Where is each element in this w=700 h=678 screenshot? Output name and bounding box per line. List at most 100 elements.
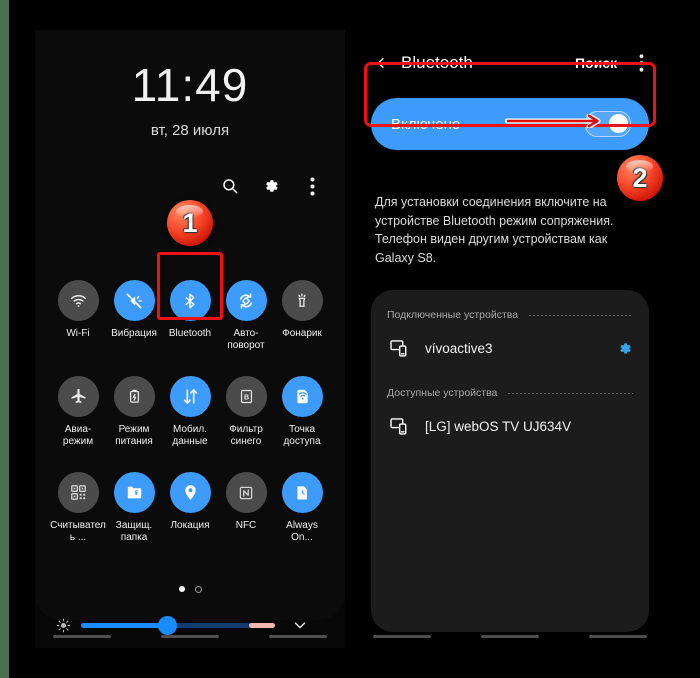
list-item[interactable]: vívoactive3 — [371, 328, 649, 368]
gear-icon[interactable] — [260, 175, 282, 197]
device-icon — [387, 337, 411, 359]
quick-tile-airplane[interactable]: Авиа-режим — [53, 376, 103, 448]
step-badge-2: 2 — [617, 155, 663, 201]
quick-tile-label: Фонарик — [282, 328, 322, 339]
nav-back[interactable] — [269, 635, 327, 638]
quick-tile-label: Считыватель ... — [50, 520, 106, 543]
quick-tiles-row: Wi-Fi Вибрация Bluetooth Авто-поворот Фо… — [35, 280, 345, 352]
nfc-icon — [225, 472, 267, 513]
device-icon — [387, 415, 411, 437]
page-dot-active[interactable] — [178, 586, 185, 592]
settings-header: Bluetooth Поиск — [355, 46, 665, 80]
brightness-slider[interactable] — [81, 615, 275, 635]
quick-tile-flashlight[interactable]: Фонарик — [277, 280, 327, 352]
nav-bar-right — [355, 635, 665, 638]
quick-tile-label: Локация — [170, 520, 210, 531]
quick-tiles-row: Считыватель ... Защищ. папка Локация NFC… — [35, 472, 345, 544]
quick-tile-power-mode[interactable]: Режим питания — [109, 376, 159, 448]
quick-tile-label: Фильтр синего — [229, 424, 263, 447]
quick-panel-surface: 11:49 вт, 28 июля Wi-Fi Вибрация Bluetoo… — [35, 30, 345, 635]
brightness-marker — [249, 622, 275, 628]
quick-tile-label: Режим питания — [115, 424, 153, 447]
quick-tile-label: Bluetooth — [168, 328, 212, 339]
quick-tile-label: NFC — [235, 520, 257, 531]
list-item[interactable]: [LG] webOS TV UJ634V — [371, 406, 649, 446]
location-icon — [169, 472, 211, 513]
device-name: [LG] webOS TV UJ634V — [425, 418, 572, 434]
clock-time: 11:49 — [131, 59, 249, 111]
brightness-icon — [54, 616, 72, 634]
quick-tile-qr-scanner[interactable]: Считыватель ... — [50, 472, 106, 544]
bluetooth-toggle-label: Включено — [391, 115, 461, 133]
quick-tile-blue-filter[interactable]: B Фильтр синего — [221, 376, 271, 448]
quick-tile-label: Авиа-режим — [62, 424, 94, 447]
page-dot[interactable] — [194, 586, 202, 593]
airplane-icon — [57, 376, 99, 417]
bluetooth-icon — [169, 280, 211, 321]
nav-home[interactable] — [161, 635, 219, 638]
power-mode-icon — [113, 376, 155, 417]
quick-tile-nfc[interactable]: NFC — [221, 472, 271, 544]
quick-tile-wifi[interactable]: Wi-Fi — [53, 280, 103, 352]
chevron-down-icon[interactable] — [291, 616, 309, 634]
screenshot-canvas: 11:49 вт, 28 июля Wi-Fi Вибрация Bluetoo… — [0, 0, 700, 678]
wifi-icon — [57, 280, 99, 321]
always-on-display-icon — [281, 472, 323, 513]
section-title: Доступные устройства — [387, 387, 498, 399]
section-title: Подключенные устройства — [387, 309, 519, 321]
hotspot-icon — [281, 376, 323, 417]
section-divider — [528, 314, 633, 316]
secure-folder-icon — [113, 472, 155, 513]
quick-tile-label: Точка доступа — [283, 424, 321, 447]
bluetooth-description: Для установки соединения включите на уст… — [375, 195, 614, 265]
search-icon[interactable] — [219, 175, 241, 197]
section-divider — [507, 392, 633, 394]
nav-back[interactable] — [589, 635, 647, 638]
red-arrow-annotation — [505, 114, 601, 128]
quick-tile-vibration[interactable]: Вибрация — [109, 280, 159, 352]
vibration-icon — [113, 280, 155, 321]
mobile-data-icon — [169, 376, 211, 417]
step-badge-1: 1 — [167, 200, 213, 246]
search-button[interactable]: Поиск — [575, 55, 617, 71]
quick-tiles-row: Авиа-режим Режим питания Мобил. данные B… — [35, 376, 345, 448]
quick-tile-always-on-display[interactable]: Always On... — [277, 472, 327, 544]
brightness-fill — [81, 622, 169, 628]
gear-icon[interactable] — [615, 339, 633, 357]
svg-text:B: B — [243, 394, 248, 402]
chevron-left-icon[interactable] — [373, 55, 389, 71]
page-indicator — [35, 586, 345, 593]
qr-scanner-icon — [57, 472, 99, 513]
quick-tile-label: Защищ. папка — [115, 520, 153, 543]
section-header-available: Доступные устройства — [371, 380, 649, 406]
quick-tile-label: Мобил. данные — [172, 424, 208, 447]
quick-tile-location[interactable]: Локация — [165, 472, 215, 544]
left-edge-strip — [0, 0, 9, 678]
quick-tile-auto-rotate[interactable]: Авто-поворот — [221, 280, 271, 352]
quick-tile-mobile-data[interactable]: Мобил. данные — [165, 376, 215, 448]
quick-tile-label: Авто-поворот — [227, 328, 265, 351]
nav-bar-left — [35, 635, 345, 638]
blue-light-filter-icon: B — [225, 376, 267, 417]
section-header-connected: Подключенные устройства — [371, 302, 649, 328]
clock-date: вт, 28 июля — [150, 122, 230, 139]
quick-panel-actions — [219, 175, 323, 197]
flashlight-icon — [281, 280, 323, 321]
more-vert-icon[interactable] — [633, 54, 649, 72]
nav-recents[interactable] — [53, 635, 111, 638]
nav-recents[interactable] — [373, 635, 431, 638]
quick-tile-bluetooth[interactable]: Bluetooth — [165, 280, 215, 352]
device-name: vívoactive3 — [425, 340, 493, 356]
quick-tiles-grid: Wi-Fi Вибрация Bluetooth Авто-поворот Фо… — [35, 280, 345, 568]
quick-tile-label: Always On... — [286, 520, 318, 543]
auto-rotate-icon — [225, 280, 267, 321]
page-title: Bluetooth — [401, 53, 473, 72]
nav-home[interactable] — [481, 635, 539, 638]
devices-card: Подключенные устройства vívoactive3 Дост… — [371, 290, 649, 632]
quick-settings-panel: 11:49 вт, 28 июля Wi-Fi Вибрация Bluetoo… — [35, 30, 345, 648]
brightness-knob[interactable] — [158, 615, 177, 635]
quick-tile-label: Wi-Fi — [66, 328, 90, 339]
more-vert-icon[interactable] — [301, 175, 323, 197]
quick-tile-secure-folder[interactable]: Защищ. папка — [109, 472, 159, 544]
quick-tile-hotspot[interactable]: Точка доступа — [277, 376, 327, 448]
